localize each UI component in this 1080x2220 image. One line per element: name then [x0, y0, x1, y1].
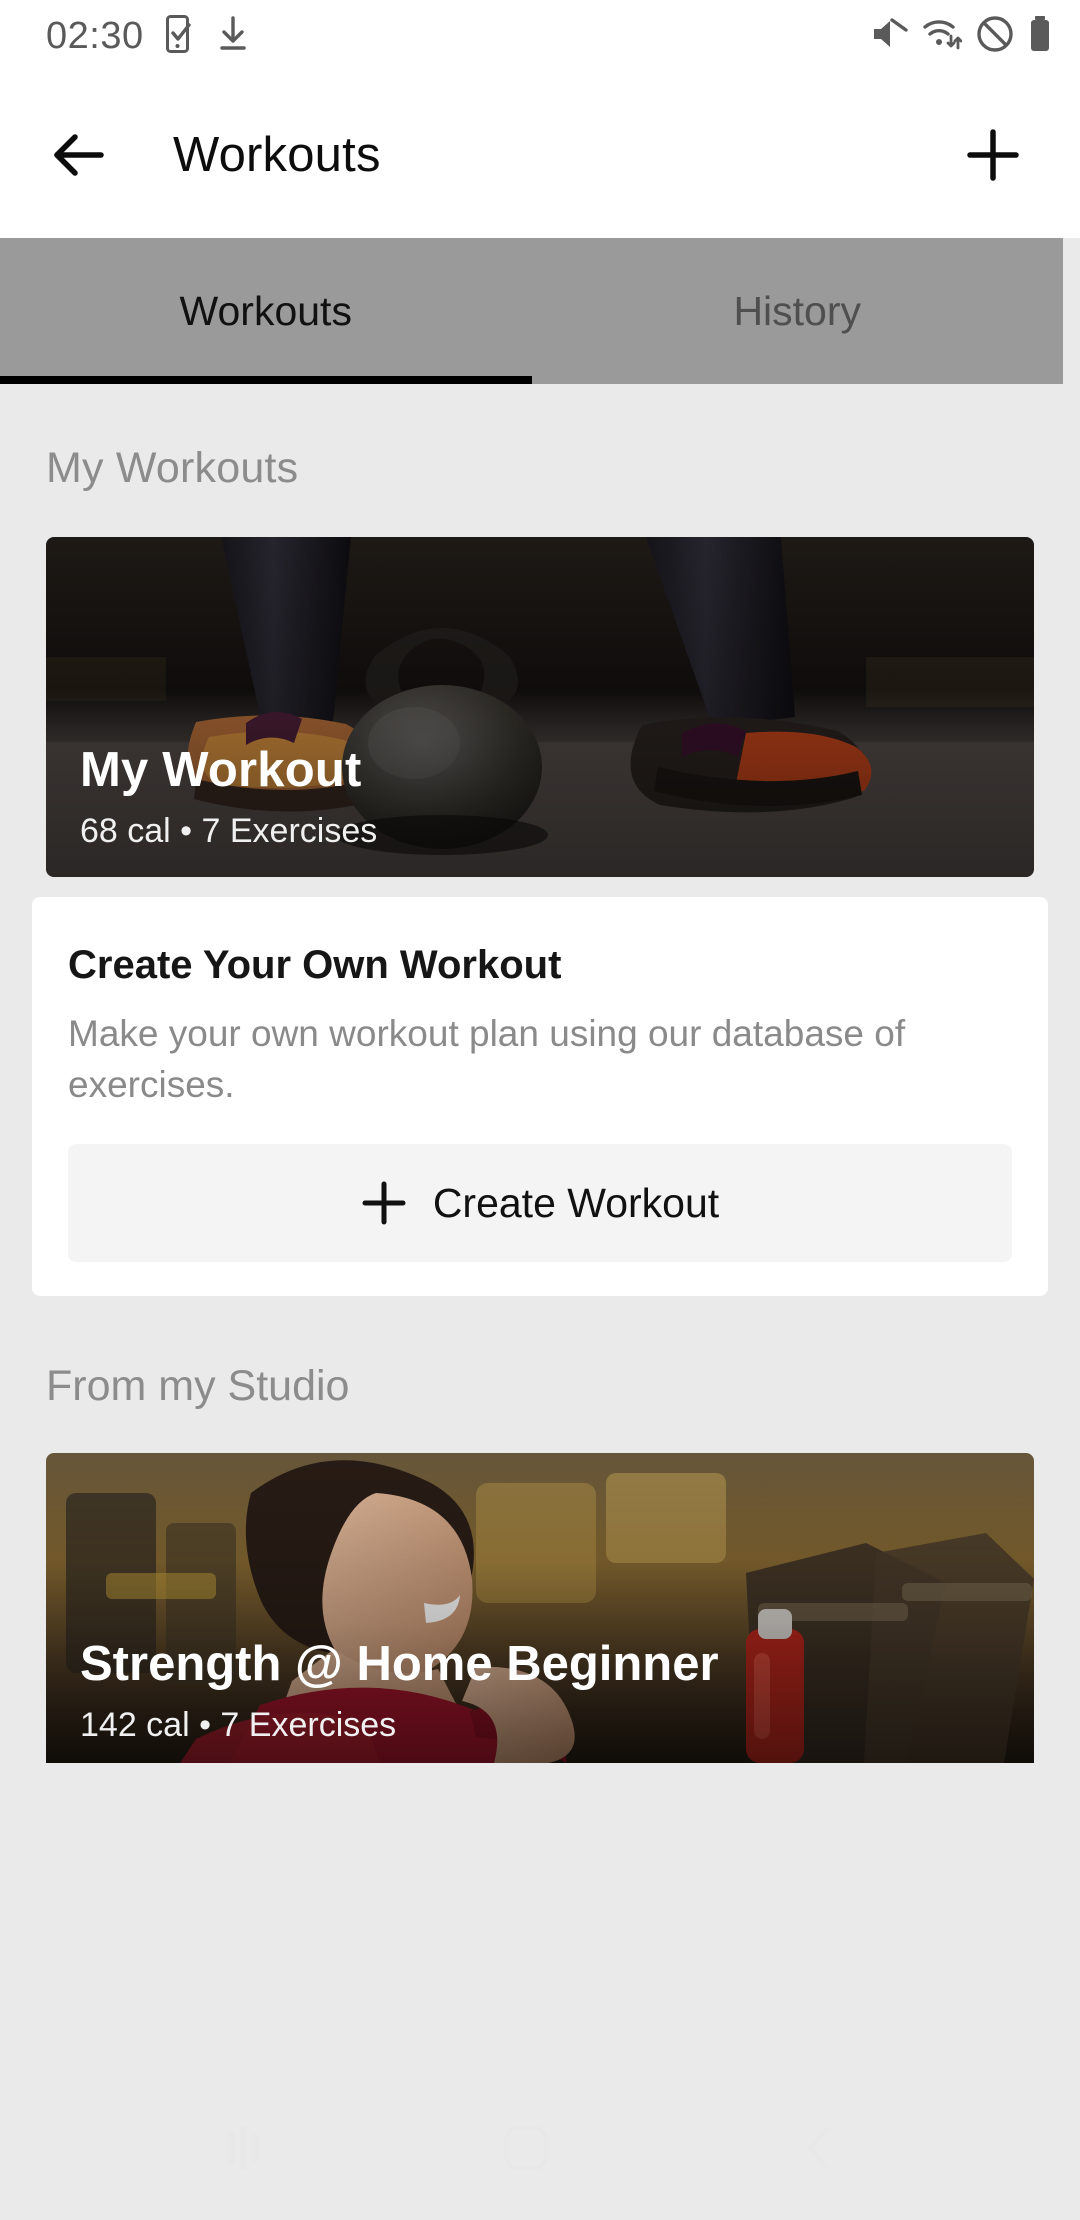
create-workout-button[interactable]: Create Workout [68, 1144, 1012, 1263]
tab-bar: Workouts History [0, 238, 1063, 384]
workout-card-strength-home-beginner[interactable]: Strength @ Home Beginner 142 cal • 7 Exe… [46, 1453, 1034, 1764]
section-title-from-my-studio: From my Studio [46, 1362, 350, 1411]
status-bar-clock: 02:30 [46, 14, 144, 57]
back-button[interactable] [42, 118, 116, 192]
tab-indicator [0, 376, 532, 384]
content-scroll-area[interactable]: My Workouts My Workout 68 cal • 7 Exerci… [0, 384, 1080, 2220]
status-bar-left: 02:30 [46, 14, 248, 58]
studio-card-title: Strength @ Home Beginner [80, 1637, 719, 1692]
back-chevron-icon[interactable] [800, 2124, 840, 2177]
wifi-data-icon [922, 16, 963, 57]
plus-icon [362, 1181, 406, 1225]
studio-card-text: Strength @ Home Beginner 142 cal • 7 Exe… [80, 1636, 719, 1745]
status-bar: 02:30 [0, 0, 1080, 72]
workout-card-my-workout[interactable]: My Workout 68 cal • 7 Exercises [46, 537, 1034, 877]
status-bar-right [870, 15, 1052, 58]
workout-card-subtitle: 68 cal • 7 Exercises [80, 812, 378, 850]
create-workout-button-label: Create Workout [432, 1179, 720, 1226]
battery-full-icon [1028, 15, 1052, 58]
do-not-disturb-icon [976, 15, 1014, 58]
download-icon [218, 15, 248, 58]
app-bar: Workouts [0, 72, 1080, 238]
tab-history[interactable]: History [532, 238, 1064, 384]
arrow-left-icon [54, 134, 104, 176]
home-square-icon[interactable] [500, 2124, 552, 2177]
add-workout-button[interactable] [956, 118, 1030, 192]
create-workout-description: Make your own workout plan using our dat… [68, 1013, 906, 1106]
tab-history-label: History [733, 287, 862, 334]
workout-card-text: My Workout 68 cal • 7 Exercises [80, 742, 377, 851]
create-workout-title: Create Your Own Workout [68, 943, 562, 987]
workout-card-title: My Workout [80, 743, 362, 797]
studio-card-subtitle: 142 cal • 7 Exercises [80, 1706, 397, 1745]
tab-workouts-label: Workouts [179, 287, 352, 334]
create-workout-card: Create Your Own Workout Make your own wo… [32, 897, 1048, 1297]
volume-mute-icon [870, 16, 908, 57]
navigation-hint-overlay [0, 2124, 1080, 2184]
section-title-my-workouts: My Workouts [46, 444, 299, 492]
plus-icon [967, 129, 1019, 181]
tab-workouts[interactable]: Workouts [0, 238, 532, 384]
phone-check-icon [165, 14, 196, 58]
page-title: Workouts [173, 128, 381, 182]
recent-apps-icon[interactable] [222, 2124, 266, 2177]
